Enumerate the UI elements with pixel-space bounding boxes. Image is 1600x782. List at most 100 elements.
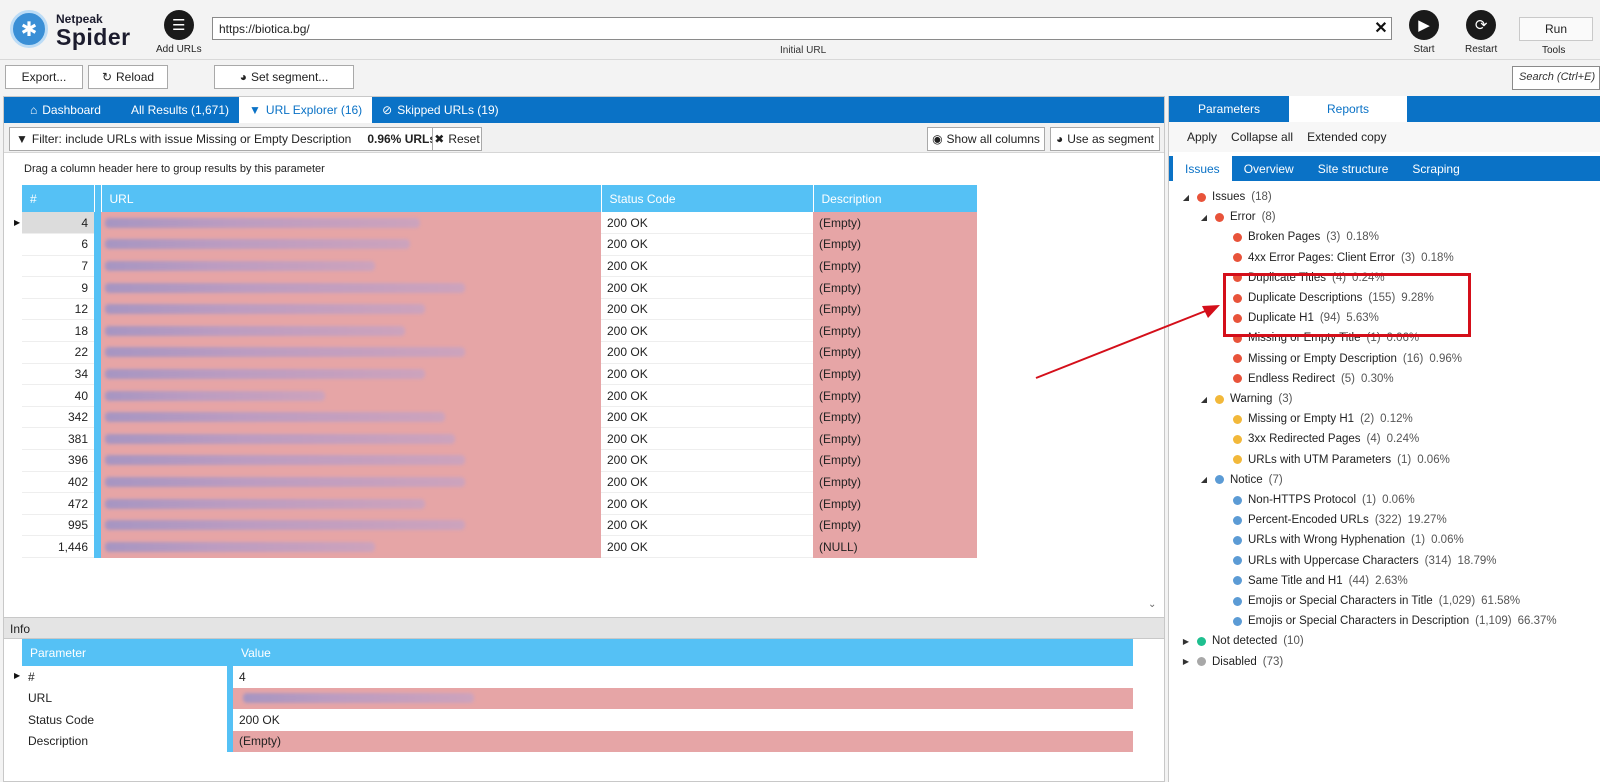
tree-item[interactable]: Same Title and H1 (44) 2.63%: [1217, 571, 1408, 591]
add-urls-button[interactable]: ☰ Add URLs: [156, 10, 202, 55]
export-button[interactable]: Export...: [5, 65, 83, 89]
status-code-cell: 200 OK: [601, 449, 813, 472]
collapse-icon[interactable]: ◢: [1199, 395, 1209, 404]
tree-item[interactable]: ▶ Not detected (10): [1181, 631, 1304, 651]
collapse-icon[interactable]: ◢: [1199, 213, 1209, 222]
tree-item[interactable]: Percent-Encoded URLs (322) 19.27%: [1217, 510, 1447, 530]
apply-button[interactable]: Apply: [1187, 130, 1217, 144]
table-row[interactable]: 40 200 OK (Empty): [22, 384, 977, 407]
reload-button[interactable]: ↻ Reload: [88, 65, 168, 89]
tree-item[interactable]: Missing or Empty H1 (2) 0.12%: [1217, 409, 1413, 429]
table-row[interactable]: 6 200 OK (Empty): [22, 233, 977, 256]
restart-button[interactable]: ⟳ Restart: [1465, 10, 1497, 55]
expand-icon[interactable]: ▶: [1181, 637, 1191, 646]
clear-url-icon[interactable]: ✕: [1371, 18, 1391, 38]
collapse-icon[interactable]: ◢: [1199, 475, 1209, 484]
table-row[interactable]: 402 200 OK (Empty): [22, 471, 977, 494]
tab-parameters[interactable]: Parameters: [1169, 96, 1289, 122]
table-row[interactable]: 342 200 OK (Empty): [22, 406, 977, 429]
col-header-description[interactable]: Description: [813, 185, 978, 212]
info-col-parameter[interactable]: Parameter: [22, 639, 227, 666]
table-row[interactable]: 472 200 OK (Empty): [22, 492, 977, 515]
info-row-indicator-icon: ▶: [14, 671, 21, 680]
url-cell[interactable]: [101, 319, 601, 342]
tab-skipped-urls[interactable]: ⊘ Skipped URLs (19): [372, 97, 508, 123]
run-button[interactable]: Run: [1519, 17, 1593, 41]
subtab-site-structure[interactable]: Site structure: [1306, 156, 1401, 181]
info-col-value[interactable]: Value: [233, 639, 1133, 666]
start-button[interactable]: ▶ Start: [1409, 10, 1439, 55]
tree-item[interactable]: ◢ Error (8): [1199, 207, 1276, 227]
url-cell[interactable]: [101, 406, 601, 428]
subtab-issues[interactable]: Issues: [1173, 156, 1232, 181]
url-cell[interactable]: [101, 492, 601, 515]
extended-copy-button[interactable]: Extended copy: [1307, 130, 1386, 144]
tab-all-results[interactable]: All Results (1,671): [111, 97, 239, 123]
tab-reports[interactable]: Reports: [1289, 96, 1407, 122]
show-all-columns-button[interactable]: ◉ Show all columns: [927, 127, 1045, 151]
severity-dot-icon: [1233, 253, 1242, 263]
info-row[interactable]: URL: [22, 687, 1133, 709]
url-cell[interactable]: [101, 212, 601, 234]
table-row[interactable]: 34 200 OK (Empty): [22, 363, 977, 386]
tree-item[interactable]: Missing or Empty Description (16) 0.96%: [1217, 349, 1462, 369]
reset-filter-button[interactable]: ✖ Reset: [432, 127, 482, 151]
table-row[interactable]: 381 200 OK (Empty): [22, 427, 977, 451]
url-cell[interactable]: [101, 255, 601, 277]
col-header-url[interactable]: URL: [101, 185, 602, 212]
set-segment-button[interactable]: ◕ Set segment...: [214, 65, 354, 89]
info-row[interactable]: #4: [22, 666, 1133, 688]
url-cell[interactable]: [101, 233, 601, 256]
table-row[interactable]: 1,446 200 OK (NULL): [22, 535, 977, 558]
expand-icon[interactable]: ▶: [1181, 657, 1191, 666]
table-row[interactable]: 7 200 OK (Empty): [22, 255, 977, 278]
tree-item[interactable]: URLs with Uppercase Characters (314) 18.79…: [1217, 551, 1497, 571]
subtab-scraping[interactable]: Scraping: [1400, 156, 1471, 181]
table-row[interactable]: 12 200 OK (Empty): [22, 298, 977, 321]
url-cell[interactable]: [101, 276, 601, 299]
scroll-down-icon[interactable]: ⌄: [1148, 599, 1156, 610]
tree-item[interactable]: ◢ Issues (18): [1181, 187, 1272, 207]
search-input[interactable]: Search (Ctrl+E): [1512, 66, 1600, 90]
tree-item[interactable]: Endless Redirect (5) 0.30%: [1217, 369, 1394, 389]
url-cell[interactable]: [101, 384, 601, 407]
table-row[interactable]: 22 200 OK (Empty): [22, 341, 977, 364]
tree-item[interactable]: 3xx Redirected Pages (4) 0.24%: [1217, 429, 1419, 449]
tree-item[interactable]: URLs with UTM Parameters (1) 0.06%: [1217, 450, 1450, 470]
tree-item[interactable]: Non-HTTPS Protocol (1) 0.06%: [1217, 490, 1415, 510]
tree-item[interactable]: Emojis or Special Characters in Descript…: [1217, 611, 1557, 631]
subtab-overview[interactable]: Overview: [1232, 156, 1306, 181]
url-cell[interactable]: [101, 514, 601, 536]
collapse-icon[interactable]: ◢: [1181, 193, 1191, 202]
filter-chip[interactable]: ▼ Filter: include URLs with issue Missin…: [9, 127, 444, 151]
tree-item[interactable]: URLs with Wrong Hyphenation (1) 0.06%: [1217, 530, 1464, 550]
tree-item[interactable]: 4xx Error Pages: Client Error (3) 0.18%: [1217, 248, 1454, 268]
tree-item[interactable]: Broken Pages (3) 0.18%: [1217, 227, 1379, 247]
url-cell[interactable]: [101, 341, 601, 364]
tab-url-explorer[interactable]: ▼ URL Explorer (16): [239, 97, 373, 123]
url-cell[interactable]: [101, 535, 601, 558]
collapse-all-button[interactable]: Collapse all: [1231, 130, 1293, 144]
table-row[interactable]: 9 200 OK (Empty): [22, 276, 977, 299]
tree-item[interactable]: ◢ Warning (3): [1199, 389, 1293, 409]
tree-item[interactable]: ◢ Notice (7): [1199, 470, 1283, 490]
url-cell[interactable]: [101, 363, 601, 385]
table-row[interactable]: 995 200 OK (Empty): [22, 514, 977, 537]
url-cell[interactable]: [101, 449, 601, 472]
tree-item[interactable]: ▶ Disabled (73): [1181, 652, 1283, 672]
table-row[interactable]: 18 200 OK (Empty): [22, 319, 977, 343]
initial-url-input[interactable]: [212, 17, 1392, 40]
url-cell[interactable]: [101, 298, 601, 320]
url-cell[interactable]: [101, 427, 601, 450]
col-header-number[interactable]: #: [22, 185, 95, 212]
info-row[interactable]: Status Code 200 OK: [22, 709, 1133, 731]
url-cell[interactable]: [101, 471, 601, 493]
use-as-segment-button[interactable]: ◕ Use as segment: [1050, 127, 1160, 151]
tree-item[interactable]: Emojis or Special Characters in Title (1,…: [1217, 591, 1520, 611]
tab-dashboard[interactable]: ⌂ Dashboard: [4, 97, 111, 123]
tree-item-label: Issues: [1212, 191, 1246, 203]
table-row[interactable]: 396 200 OK (Empty): [22, 449, 977, 472]
table-row[interactable]: 4 200 OK (Empty): [22, 212, 977, 235]
col-header-status[interactable]: Status Code: [601, 185, 814, 212]
info-row[interactable]: Description (Empty): [22, 730, 1133, 752]
